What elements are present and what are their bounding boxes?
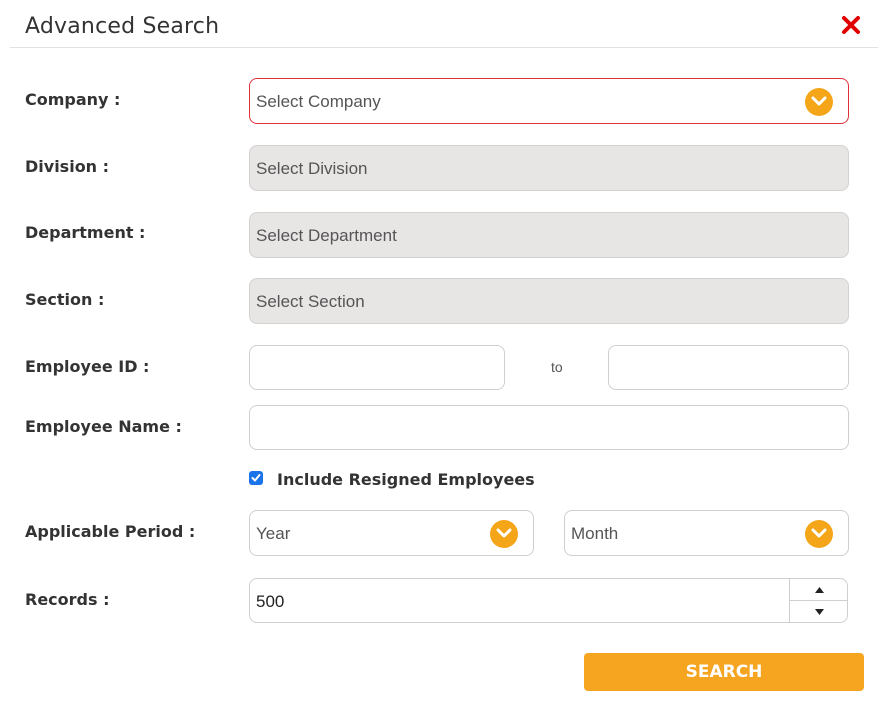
employee-id-to-input[interactable] — [608, 345, 849, 390]
year-select-value: Year — [256, 524, 291, 543]
department-select-value: Select Department — [256, 226, 397, 245]
employee-id-to-label: to — [551, 359, 563, 375]
chevron-down-icon — [805, 520, 833, 548]
records-spinner — [789, 579, 847, 622]
records-number-input[interactable]: 500 — [249, 578, 848, 623]
dialog-title: Advanced Search — [25, 14, 220, 39]
decrement-arrow-icon[interactable] — [790, 601, 847, 622]
company-select-value: Select Company — [256, 92, 381, 111]
division-label: Division : — [25, 157, 110, 176]
chevron-down-icon — [805, 88, 833, 116]
month-select-value: Month — [571, 524, 619, 543]
employee-id-label: Employee ID : — [25, 357, 150, 376]
year-select[interactable]: Year — [249, 510, 534, 556]
employee-id-from-input[interactable] — [249, 345, 505, 390]
department-select[interactable]: Select Department — [249, 212, 849, 258]
search-button[interactable]: SEARCH — [584, 653, 864, 691]
records-label: Records : — [25, 590, 110, 609]
division-select-value: Select Division — [256, 159, 368, 178]
include-resigned-label[interactable]: Include Resigned Employees — [277, 470, 535, 489]
include-resigned-checkbox[interactable] — [249, 471, 263, 485]
records-value[interactable]: 500 — [256, 592, 284, 612]
section-select-value: Select Section — [256, 292, 365, 311]
applicable-period-label: Applicable Period : — [25, 522, 196, 541]
month-select[interactable]: Month — [564, 510, 849, 556]
employee-name-label: Employee Name : — [25, 417, 182, 436]
section-label: Section : — [25, 290, 105, 309]
department-label: Department : — [25, 223, 146, 242]
dialog-header: Advanced Search — [10, 0, 878, 48]
close-icon[interactable] — [840, 14, 862, 36]
company-label: Company : — [25, 90, 121, 109]
increment-arrow-icon[interactable] — [790, 579, 847, 601]
division-select[interactable]: Select Division — [249, 145, 849, 191]
employee-name-input[interactable] — [249, 405, 849, 450]
company-select[interactable]: Select Company — [249, 78, 849, 124]
section-select[interactable]: Select Section — [249, 278, 849, 324]
chevron-down-icon — [490, 520, 518, 548]
